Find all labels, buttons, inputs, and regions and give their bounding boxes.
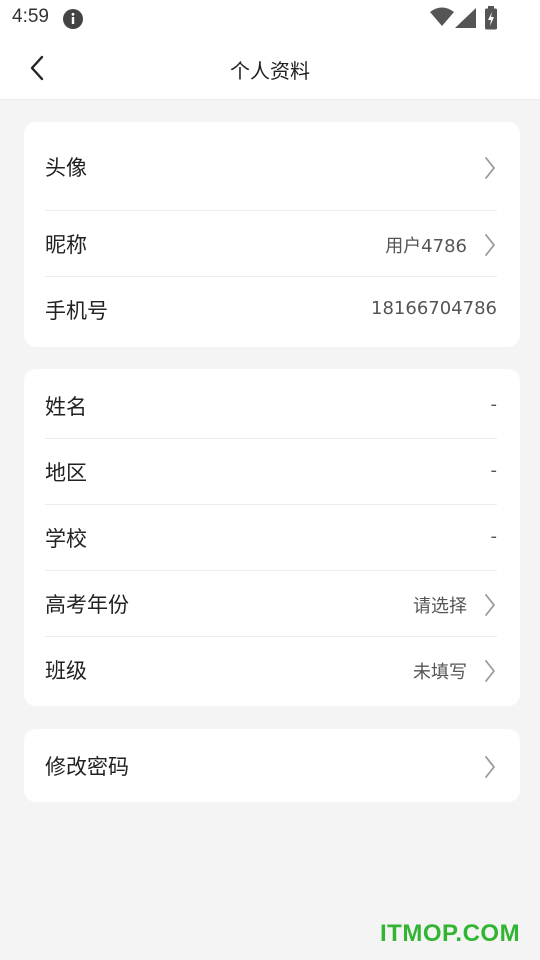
- status-bar: 4:59: [0, 0, 540, 36]
- row-value: 用户4786: [385, 236, 467, 257]
- page-title: 个人资料: [230, 59, 310, 83]
- divider: [45, 504, 497, 505]
- divider: [45, 438, 497, 439]
- status-time: 4:59: [12, 6, 49, 27]
- password-card: 修改密码: [24, 729, 520, 802]
- row-label: 头像: [45, 156, 87, 180]
- row-name[interactable]: 姓名 -: [45, 391, 497, 421]
- signal-icon: [455, 8, 476, 28]
- watermark-text: ITMOP.COM: [380, 920, 521, 947]
- row-value: 18166704786: [371, 298, 497, 319]
- divider: [45, 570, 497, 571]
- row-value: 请选择: [413, 596, 467, 617]
- nav-bar: 个人资料: [0, 36, 540, 100]
- row-label: 地区: [45, 461, 87, 485]
- row-label: 班级: [45, 659, 87, 683]
- row-label: 学校: [45, 527, 87, 551]
- row-change-password[interactable]: 修改密码: [45, 751, 497, 781]
- row-value: -: [490, 460, 498, 481]
- divider: [45, 210, 497, 211]
- row-label: 昵称: [45, 233, 87, 257]
- info-icon: [63, 9, 83, 29]
- row-value: 未填写: [413, 662, 467, 683]
- row-class[interactable]: 班级 未填写: [45, 655, 497, 685]
- row-exam-year[interactable]: 高考年份 请选择: [45, 589, 497, 619]
- row-region[interactable]: 地区 -: [45, 457, 497, 487]
- battery-icon: [485, 6, 497, 30]
- profile-detail-card: 姓名 - 地区 - 学校 - 高考年份 请选择 班级 未填写: [24, 369, 520, 706]
- row-label: 手机号: [45, 299, 108, 323]
- chevron-right-icon: [485, 157, 495, 179]
- row-nickname[interactable]: 昵称 用户4786: [45, 229, 497, 259]
- row-phone: 手机号 18166704786: [45, 295, 497, 325]
- chevron-right-icon: [485, 756, 495, 778]
- row-value: -: [490, 526, 498, 547]
- divider: [45, 636, 497, 637]
- chevron-right-icon: [485, 594, 495, 616]
- row-avatar[interactable]: 头像: [45, 152, 497, 182]
- row-value: -: [490, 394, 498, 415]
- chevron-right-icon: [485, 660, 495, 682]
- row-label: 高考年份: [45, 593, 129, 617]
- wifi-icon: [430, 7, 454, 26]
- row-label: 修改密码: [45, 755, 129, 779]
- chevron-right-icon: [485, 234, 495, 256]
- profile-basic-card: 头像 昵称 用户4786 手机号 18166704786: [24, 122, 520, 347]
- row-label: 姓名: [45, 395, 87, 419]
- row-school[interactable]: 学校 -: [45, 523, 497, 553]
- divider: [45, 276, 497, 277]
